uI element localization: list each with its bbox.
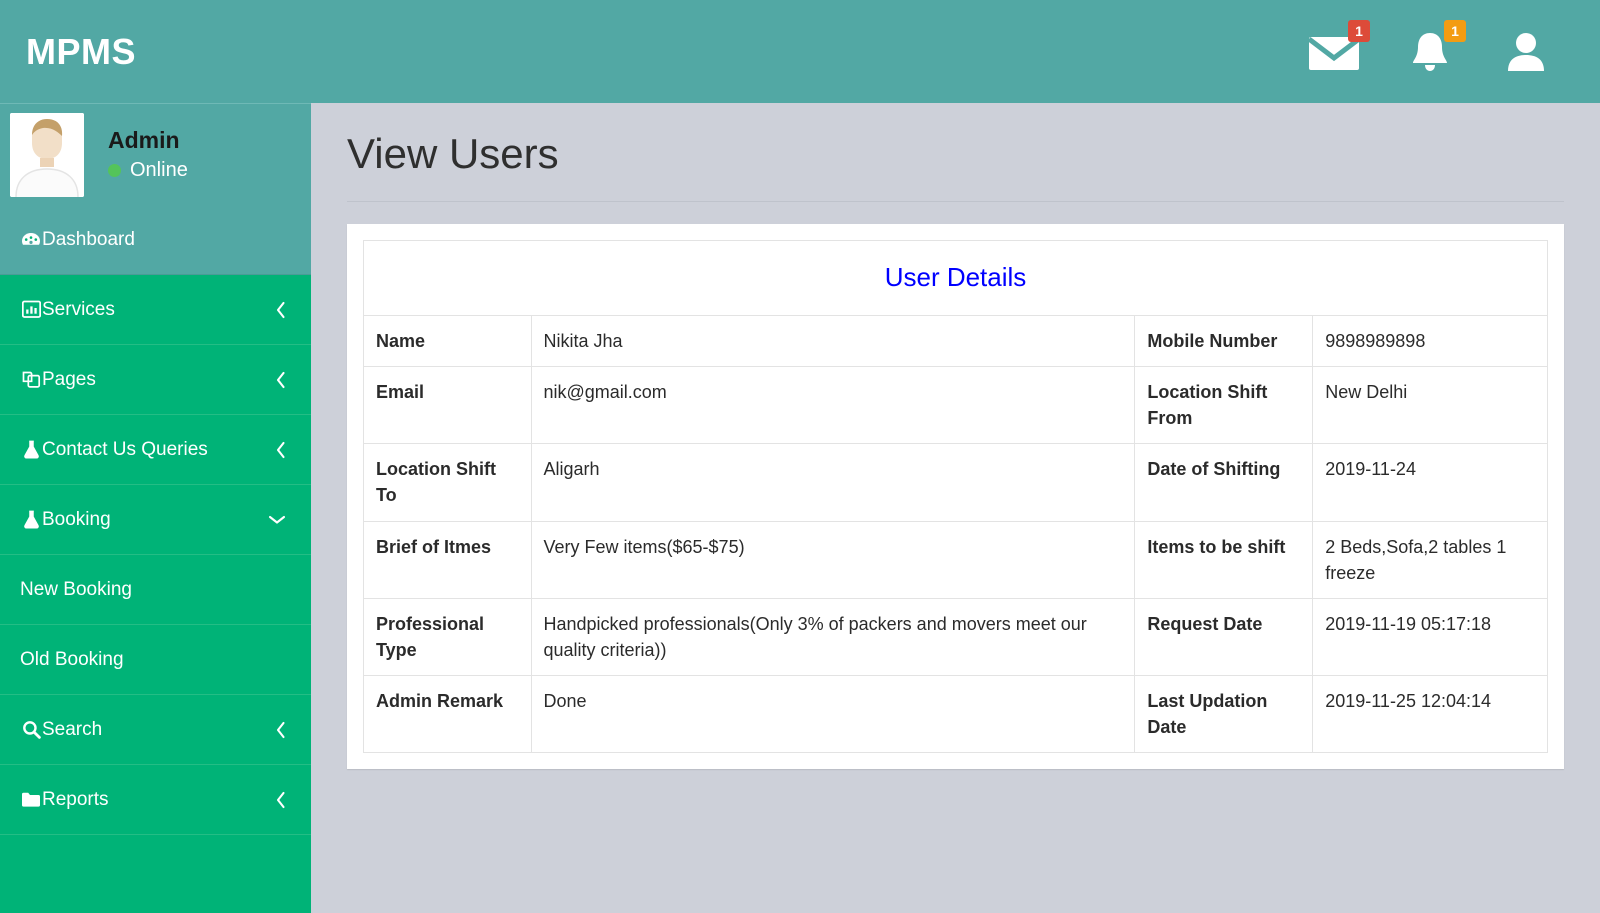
table-row: Email nik@gmail.com Location Shift From New… (363, 366, 1548, 445)
notifications-badge: 1 (1444, 19, 1466, 42)
table-row: Brief of Itmes Very Few items($65-$75) Ite… (363, 520, 1548, 599)
sidebar-item-label: Contact Us Queries (42, 438, 208, 460)
sidebar-item-label: Search (42, 718, 103, 740)
row-label-left: Location Shift To (363, 443, 532, 522)
row-value-left: Nikita Jha (530, 315, 1136, 368)
sidebar-item-pages[interactable]: Pages (0, 345, 311, 415)
row-value-left: Handpicked professionals(Only 3% of pack… (530, 597, 1136, 676)
avatar (10, 112, 84, 197)
row-label-left: Name (363, 315, 532, 368)
flask-icon (20, 510, 42, 529)
table-caption-row: User Details (363, 240, 1548, 317)
row-value-left: Very Few items($65-$75) (530, 520, 1136, 599)
sidebar-user-meta: Admin Online (84, 127, 188, 183)
page-header: View Users (311, 103, 1600, 203)
sidebar-item-booking[interactable]: Booking (0, 485, 311, 555)
app-brand[interactable]: MPMS (0, 33, 136, 70)
sidebar: Admin Online Dashboard Services Pages Conta… (0, 103, 311, 913)
row-label-left: Admin Remark (363, 674, 532, 754)
sidebar-item-label: Reports (42, 788, 109, 810)
row-label-right: Last Updation Date (1134, 674, 1314, 754)
sidebar-user-name: Admin (108, 126, 180, 153)
flask-icon (20, 440, 42, 459)
row-value-right: 2 Beds,Sofa,2 tables 1 freeze (1312, 520, 1548, 599)
page-title-divider (347, 201, 1564, 203)
sidebar-item-search[interactable]: Search (0, 695, 311, 765)
sidebar-item-label: Old Booking (20, 648, 124, 670)
row-value-right: 2019-11-24 (1312, 443, 1548, 522)
sidebar-item-label: Pages (42, 368, 96, 390)
copy-icon (20, 370, 42, 389)
header-actions: 1 1 (1308, 19, 1600, 78)
top-header: MPMS 1 1 (0, 0, 1600, 103)
table-row: Admin Remark Done Last Updation Date 2019-1… (363, 674, 1548, 754)
chevron-down-icon[interactable] (267, 513, 287, 526)
sidebar-item-old-booking[interactable]: Old Booking (0, 625, 311, 695)
row-value-left: nik@gmail.com (530, 366, 1136, 445)
chevron-left-icon[interactable] (274, 790, 287, 810)
row-label-right: Request Date (1134, 597, 1314, 676)
table-row: Professional Type Handpicked professional… (363, 597, 1548, 676)
sidebar-user-status-label: Online (130, 159, 188, 182)
row-label-right: Items to be shift (1134, 520, 1314, 599)
row-value-right: 2019-11-19 05:17:18 (1312, 597, 1548, 676)
user-icon (1503, 29, 1549, 75)
chevron-left-icon[interactable] (274, 440, 287, 460)
main-content: View Users User Details Name Nikita Jha Mo… (311, 103, 1600, 913)
row-label-right: Location Shift From (1134, 366, 1314, 445)
search-icon (20, 720, 42, 739)
sidebar-item-services[interactable]: Services (0, 275, 311, 345)
notifications-button[interactable]: 1 (1404, 19, 1466, 78)
user-details-table: User Details Name Nikita Jha Mobile Number… (363, 240, 1548, 754)
user-details-card: User Details Name Nikita Jha Mobile Number… (347, 224, 1564, 770)
messages-badge: 1 (1348, 19, 1370, 42)
sidebar-item-dashboard[interactable]: Dashboard (0, 205, 311, 275)
sidebar-item-reports[interactable]: Reports (0, 765, 311, 835)
sidebar-user-panel[interactable]: Admin Online (0, 103, 311, 205)
card-caption: User Details (884, 262, 1027, 293)
row-label-right: Mobile Number (1134, 315, 1314, 368)
folder-icon (20, 791, 42, 808)
sidebar-user-status: Online (108, 159, 188, 182)
row-value-right: New Delhi (1312, 366, 1548, 445)
sidebar-item-label: Dashboard (42, 228, 135, 250)
page-title: View Users (347, 130, 559, 177)
row-label-left: Brief of Itmes (363, 520, 532, 599)
sidebar-item-label: Services (42, 298, 115, 320)
sidebar-nav: Dashboard Services Pages Contact Us Queries… (0, 205, 311, 835)
table-row: Name Nikita Jha Mobile Number 9898989898 (363, 315, 1548, 368)
messages-button[interactable]: 1 (1308, 19, 1370, 78)
sidebar-item-new-booking[interactable]: New Booking (0, 555, 311, 625)
dashboard-icon (20, 230, 42, 250)
sidebar-item-label: Booking (42, 508, 111, 530)
chevron-left-icon[interactable] (274, 300, 287, 320)
row-value-left: Aligarh (530, 443, 1136, 522)
chevron-left-icon[interactable] (274, 720, 287, 740)
sidebar-item-contact-us-queries[interactable]: Contact Us Queries (0, 415, 311, 485)
online-status-dot (108, 164, 121, 178)
account-button[interactable] (1500, 26, 1552, 78)
row-label-right: Date of Shifting (1134, 443, 1314, 522)
row-value-right: 9898989898 (1312, 315, 1548, 368)
row-label-left: Email (363, 366, 532, 445)
sidebar-item-label: New Booking (20, 578, 132, 600)
chart-bar-icon (20, 300, 42, 319)
row-value-right: 2019-11-25 12:04:14 (1312, 674, 1548, 754)
table-row: Location Shift To Aligarh Date of Shifting… (363, 443, 1548, 522)
row-value-left: Done (530, 674, 1136, 754)
chevron-left-icon[interactable] (274, 370, 287, 390)
row-label-left: Professional Type (363, 597, 532, 676)
table-caption-cell: User Details (363, 240, 1548, 317)
